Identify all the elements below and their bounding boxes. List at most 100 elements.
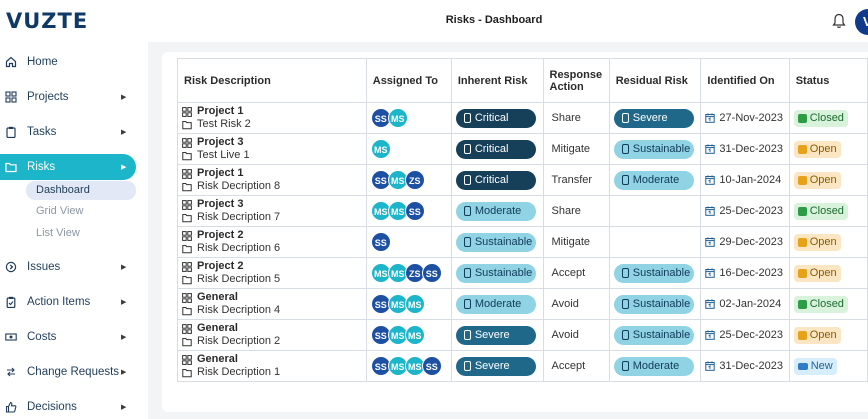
sidebar-item-costs[interactable]: Costs ▶ xyxy=(0,324,136,350)
response-action-cell: Avoid xyxy=(542,288,610,320)
header-inherent-risk[interactable]: Inherent Risk xyxy=(450,58,544,103)
table-row[interactable]: General Risk Decription 4 SS MS MS Moderate Av… xyxy=(177,288,868,320)
assignee-avatar[interactable]: MS xyxy=(404,294,425,314)
inherent-risk-badge: Moderate xyxy=(455,294,536,314)
assignee-avatar[interactable]: MS xyxy=(370,139,391,159)
sidebar-item-issues[interactable]: Issues ▶ xyxy=(0,254,136,280)
status-badge: New xyxy=(793,357,837,375)
assignee-avatar[interactable]: MS xyxy=(404,325,425,345)
project-name[interactable]: Project 2 xyxy=(182,229,362,242)
risk-label: Risk Decription 8 xyxy=(197,180,281,192)
table-row[interactable]: General Risk Decription 1 SS MS MS SS Severe Ac… xyxy=(177,350,868,382)
sidebar-item-change-requests[interactable]: Change Requests ▶ xyxy=(0,359,136,385)
status-label: Open xyxy=(809,329,837,341)
bell-icon[interactable] xyxy=(832,13,846,29)
sidebar-subitem-list-view[interactable]: List View xyxy=(26,224,136,243)
table-row[interactable]: General Risk Decription 2 SS MS MS Severe Avoi… xyxy=(177,319,868,351)
risk-name[interactable]: Risk Decription 7 xyxy=(182,211,362,224)
risk-name[interactable]: Risk Decription 1 xyxy=(182,366,362,379)
assigned-to-cell: SS MS MS xyxy=(365,319,452,351)
assignee-avatar[interactable]: ZS xyxy=(404,170,425,190)
header-residual-risk[interactable]: Residual Risk xyxy=(608,58,702,103)
calendar-icon xyxy=(705,237,716,247)
table-row[interactable]: Project 1 Test Risk 2 SS MS Critical Share Sev… xyxy=(177,102,868,134)
sidebar-item-action-items[interactable]: Action Items ▶ xyxy=(0,289,136,315)
risk-name[interactable]: Test Risk 2 xyxy=(182,118,362,131)
sidebar-item-decisions[interactable]: Decisions ▶ xyxy=(0,394,136,419)
status-badge: Open xyxy=(793,326,841,344)
risk-table-body: Project 1 Test Risk 2 SS MS Critical Share Sev… xyxy=(177,102,868,382)
assignee-avatar[interactable]: SS xyxy=(421,356,442,376)
sidebar-item-projects[interactable]: Projects ▶ xyxy=(0,84,136,110)
assignee-avatars: SS xyxy=(370,232,447,252)
battery-icon xyxy=(621,144,629,154)
risk-name[interactable]: Risk Decription 6 xyxy=(182,242,362,255)
header-identified-on[interactable]: Identified On xyxy=(700,58,790,103)
project-name[interactable]: Project 3 xyxy=(182,198,362,211)
chevron-right-icon: ▶ xyxy=(121,164,127,171)
assignee-avatar[interactable]: SS xyxy=(370,232,391,252)
table-row[interactable]: Project 2 Risk Decription 6 SS Sustainable M… xyxy=(177,226,868,258)
header-status[interactable]: Status xyxy=(788,58,868,103)
status-label: Open xyxy=(809,236,837,248)
risk-name[interactable]: Risk Decription 2 xyxy=(182,335,362,348)
header-response-action[interactable]: Response Action xyxy=(542,58,610,103)
risk-name[interactable]: Risk Decription 5 xyxy=(182,273,362,286)
table-header-row: Risk Description Assigned To Inherent Ri… xyxy=(177,58,868,103)
assigned-to-cell: MS MS ZS SS xyxy=(365,257,452,289)
table-row[interactable]: Project 1 Risk Decription 8 SS MS ZS Critical… xyxy=(177,164,868,196)
header-assigned-to[interactable]: Assigned To xyxy=(365,58,452,103)
sidebar-item-home[interactable]: Home xyxy=(0,49,136,75)
risk-name[interactable]: Risk Decription 4 xyxy=(182,304,362,317)
status-icon xyxy=(797,237,807,247)
project-name[interactable]: Project 1 xyxy=(182,105,362,118)
residual-risk-cell xyxy=(608,226,702,258)
project-name[interactable]: Project 2 xyxy=(182,260,362,273)
assignee-avatars: SS MS MS xyxy=(370,325,447,345)
assignee-avatar[interactable]: SS xyxy=(421,263,442,283)
risk-description-cell: General Risk Decription 1 xyxy=(177,350,367,382)
risk-folder-icon xyxy=(182,306,192,315)
battery-icon xyxy=(621,330,629,340)
inherent-risk-badge: Moderate xyxy=(455,201,536,221)
risk-label: Risk Decription 4 xyxy=(197,304,281,316)
risk-name[interactable]: Test Live 1 xyxy=(182,149,362,162)
table-row[interactable]: Project 3 Test Live 1 MS Critical Mitigate Su… xyxy=(177,133,868,165)
residual-risk-cell: Sustainable xyxy=(608,319,702,351)
battery-icon xyxy=(463,361,471,371)
inherent-risk-label: Sustainable xyxy=(474,267,533,279)
sidebar-subitem-dashboard[interactable]: Dashboard xyxy=(26,181,136,200)
battery-icon xyxy=(621,268,629,278)
assigned-to-cell: MS MS SS xyxy=(365,195,452,227)
header-risk-description[interactable]: Risk Description xyxy=(177,58,367,103)
project-name[interactable]: Project 3 xyxy=(182,136,362,149)
project-name[interactable]: General xyxy=(182,291,362,304)
inherent-risk-badge: Critical xyxy=(455,139,536,159)
project-label: General xyxy=(197,322,238,334)
response-action-cell: Share xyxy=(542,195,610,227)
calendar-icon xyxy=(705,144,716,154)
assignee-avatars: MS MS ZS SS xyxy=(370,263,447,283)
project-name[interactable]: Project 1 xyxy=(182,167,362,180)
project-name[interactable]: General xyxy=(182,322,362,335)
status-label: Closed xyxy=(809,112,844,124)
project-grid-icon xyxy=(182,292,192,303)
sidebar-subitem-grid-view[interactable]: Grid View xyxy=(26,202,136,221)
response-action-cell: Transfer xyxy=(542,164,610,196)
table-row[interactable]: Project 2 Risk Decription 5 MS MS ZS SS Sustai… xyxy=(177,257,868,289)
assignee-avatar[interactable]: SS xyxy=(404,201,425,221)
project-label: Project 2 xyxy=(197,260,244,272)
sidebar-item-tasks[interactable]: Tasks ▶ xyxy=(0,119,136,145)
risk-label: Risk Decription 6 xyxy=(197,242,281,254)
identified-on-cell: 29-Dec-2023 xyxy=(700,226,790,258)
risk-name[interactable]: Risk Decription 8 xyxy=(182,180,362,193)
inherent-risk-badge: Severe xyxy=(455,356,536,376)
user-avatar[interactable]: V xyxy=(855,9,868,35)
identified-date: 16-Dec-2023 xyxy=(705,267,784,279)
project-name[interactable]: General xyxy=(182,353,362,366)
sidebar-item-risks[interactable]: Risks ▶ xyxy=(0,154,136,180)
status-label: Closed xyxy=(809,298,844,310)
assignee-avatar[interactable]: MS xyxy=(387,108,408,128)
table-row[interactable]: Project 3 Risk Decription 7 MS MS SS Moderate… xyxy=(177,195,868,227)
date-label: 29-Dec-2023 xyxy=(719,236,784,248)
